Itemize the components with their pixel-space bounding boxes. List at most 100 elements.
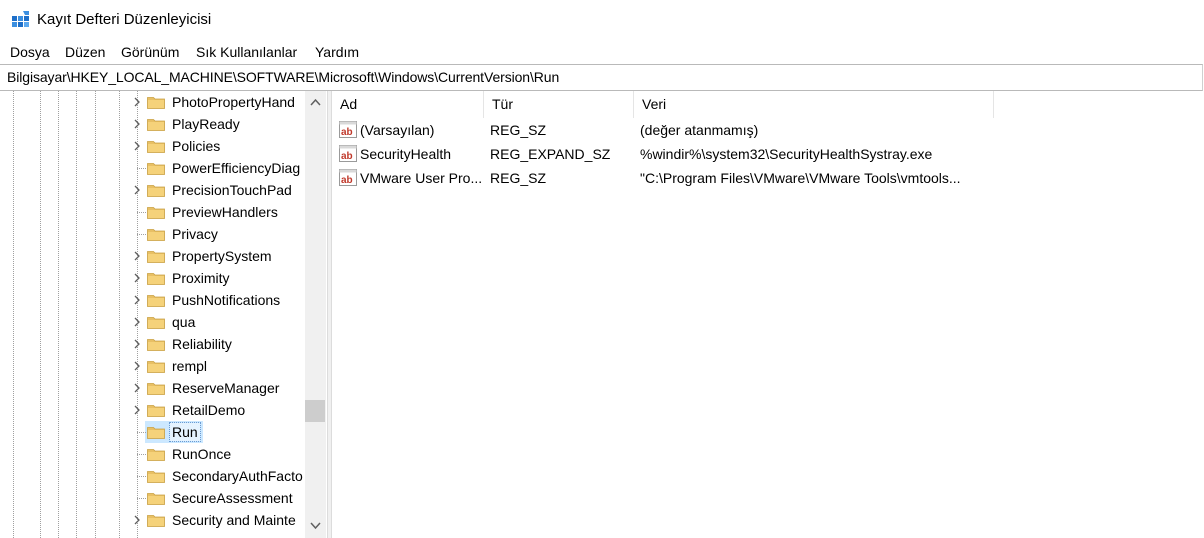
folder-icon — [147, 271, 165, 285]
value-type: REG_EXPAND_SZ — [490, 146, 611, 162]
menu-gorunum[interactable]: Görünüm — [120, 43, 180, 61]
string-value-icon: ab — [339, 145, 357, 162]
expand-chevron-icon[interactable] — [131, 382, 143, 394]
folder-icon — [147, 403, 165, 417]
svg-text:ab: ab — [341, 175, 353, 186]
tree-node-label: PowerEfficiencyDiag — [172, 160, 301, 176]
column-header-name[interactable]: Ad — [332, 91, 484, 118]
expand-chevron-icon[interactable] — [131, 338, 143, 350]
folder-icon — [147, 293, 165, 307]
value-name: (Varsayılan) — [360, 122, 435, 138]
tree-node-label: qua — [172, 314, 196, 330]
tree-node-label: SecondaryAuthFacto — [172, 468, 303, 484]
svg-text:ab: ab — [341, 127, 353, 138]
expand-chevron-icon[interactable] — [131, 514, 143, 526]
expand-chevron-icon[interactable] — [131, 140, 143, 152]
tree-node[interactable]: PropertySystem — [0, 245, 305, 267]
tree-connector — [137, 234, 146, 235]
value-row[interactable]: ab (Varsayılan) REG_SZ (değer atanmamış) — [332, 118, 1192, 142]
registry-editor-icon — [12, 11, 29, 27]
menu-bar: Dosya Düzen Görünüm Sık Kullanılanlar Ya… — [0, 40, 1204, 64]
tree-connector — [137, 432, 146, 433]
folder-icon — [147, 491, 165, 505]
tree-scrollbar[interactable] — [305, 91, 326, 538]
tree-node[interactable]: PhotoPropertyHand — [0, 91, 305, 113]
tree-node[interactable]: PlayReady — [0, 113, 305, 135]
tree-node[interactable]: SecureAssessment — [0, 487, 305, 509]
tree-node[interactable]: SecondaryAuthFacto — [0, 465, 305, 487]
tree-node[interactable]: qua — [0, 311, 305, 333]
column-header-data[interactable]: Veri — [634, 91, 994, 118]
tree-node[interactable]: Run — [0, 421, 305, 443]
tree-node[interactable]: Policies — [0, 135, 305, 157]
folder-icon — [147, 227, 165, 241]
tree-node-label: PrecisionTouchPad — [172, 182, 292, 198]
tree-connector — [137, 498, 146, 499]
svg-text:ab: ab — [341, 151, 353, 162]
tree-node[interactable]: Proximity — [0, 267, 305, 289]
tree-connector — [137, 454, 146, 455]
folder-icon — [147, 469, 165, 483]
folder-icon — [147, 381, 165, 395]
scroll-up-arrow-icon[interactable] — [305, 91, 326, 113]
tree-node[interactable]: RunOnce — [0, 443, 305, 465]
tree-node[interactable]: rempl — [0, 355, 305, 377]
tree-node[interactable]: PreviewHandlers — [0, 201, 305, 223]
tree-node-label: Proximity — [172, 270, 230, 286]
folder-icon — [147, 139, 165, 153]
expand-chevron-icon[interactable] — [131, 184, 143, 196]
column-header-type[interactable]: Tür — [484, 91, 634, 118]
expand-chevron-icon[interactable] — [131, 118, 143, 130]
address-path[interactable]: Bilgisayar\HKEY_LOCAL_MACHINE\SOFTWARE\M… — [7, 69, 559, 86]
tree-node-label: PlayReady — [172, 116, 240, 132]
scroll-down-arrow-icon[interactable] — [305, 515, 326, 537]
tree-node-label: PreviewHandlers — [172, 204, 278, 220]
expand-chevron-icon[interactable] — [131, 96, 143, 108]
tree-pane[interactable]: PhotoPropertyHand PlayReady Policies PowerE… — [0, 91, 327, 538]
values-list[interactable]: Ad Tür Veri ab (Varsayılan) REG_SZ (değer a… — [332, 91, 1204, 538]
tree-node-label: Run — [169, 422, 201, 442]
tree-node[interactable]: Security and Mainte — [0, 509, 305, 531]
value-row[interactable]: ab SecurityHealth REG_EXPAND_SZ %windir%\sy… — [332, 142, 1192, 166]
scroll-thumb[interactable] — [305, 400, 325, 422]
menu-dosya[interactable]: Dosya — [9, 43, 51, 61]
menu-duzen[interactable]: Düzen — [64, 43, 106, 61]
tree-node[interactable]: ReserveManager — [0, 377, 305, 399]
tree-node[interactable]: Privacy — [0, 223, 305, 245]
tree-node-label: PushNotifications — [172, 292, 281, 308]
folder-icon — [147, 117, 165, 131]
tree-node[interactable]: PrecisionTouchPad — [0, 179, 305, 201]
address-bar[interactable]: Bilgisayar\HKEY_LOCAL_MACHINE\SOFTWARE\M… — [0, 64, 1203, 91]
tree-node-label: SecureAssessment — [172, 490, 293, 506]
value-data: "C:\Program Files\VMware\VMware Tools\vm… — [640, 170, 961, 186]
expand-chevron-icon[interactable] — [131, 360, 143, 372]
folder-icon — [147, 425, 165, 439]
expand-chevron-icon[interactable] — [131, 316, 143, 328]
folder-icon — [147, 359, 165, 373]
expand-chevron-icon[interactable] — [131, 404, 143, 416]
tree-connector — [137, 168, 146, 169]
folder-icon — [147, 205, 165, 219]
tree-node-label: RetailDemo — [172, 402, 246, 418]
tree-node[interactable]: PushNotifications — [0, 289, 305, 311]
tree-connector — [137, 476, 146, 477]
value-row[interactable]: ab VMware User Pro... REG_SZ "C:\Program Fi… — [332, 166, 1192, 190]
expand-chevron-icon[interactable] — [131, 294, 143, 306]
expand-chevron-icon[interactable] — [131, 272, 143, 284]
folder-icon — [147, 183, 165, 197]
value-data: %windir%\system32\SecurityHealthSystray.… — [640, 146, 933, 162]
tree-node-label: rempl — [172, 358, 208, 374]
menu-sik-kullanilanlar[interactable]: Sık Kullanılanlar — [195, 43, 298, 61]
folder-icon — [147, 513, 165, 527]
menu-yardim[interactable]: Yardım — [314, 43, 360, 61]
tree-node[interactable]: Reliability — [0, 333, 305, 355]
string-value-icon: ab — [339, 169, 357, 186]
tree-node[interactable]: RetailDemo — [0, 399, 305, 421]
tree-node-label: Privacy — [172, 226, 218, 242]
expand-chevron-icon[interactable] — [131, 250, 143, 262]
value-name: SecurityHealth — [360, 146, 452, 162]
title-bar: Kayıt Defteri Düzenleyicisi — [0, 0, 1204, 40]
tree-node-label: RunOnce — [172, 446, 232, 462]
tree-node[interactable]: PowerEfficiencyDiag — [0, 157, 305, 179]
window-title: Kayıt Defteri Düzenleyicisi — [37, 11, 212, 28]
